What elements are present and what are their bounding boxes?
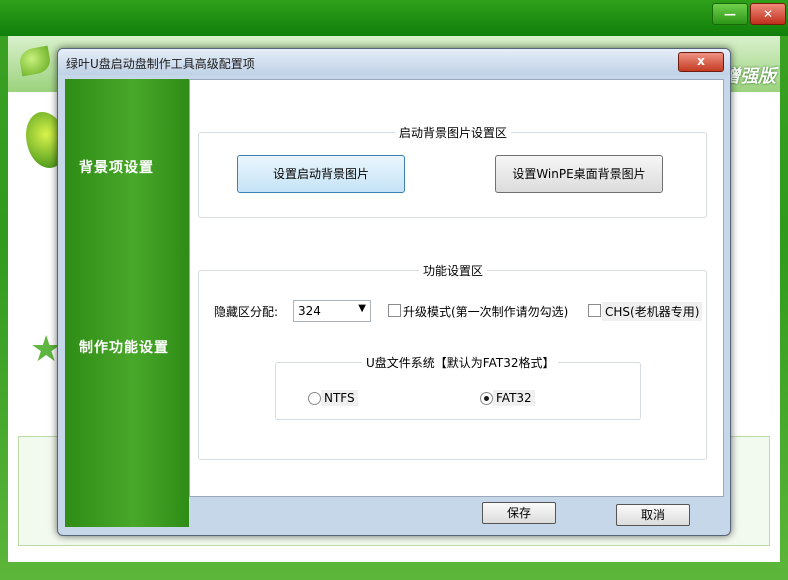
close-icon[interactable]: ✕ bbox=[750, 3, 786, 25]
radio-selected-dot bbox=[484, 396, 489, 401]
function-group-title: 功能设置区 bbox=[419, 262, 488, 279]
sidebar-item-background-settings[interactable]: 背景项设置 bbox=[79, 157, 154, 177]
fat32-label: FAT32 bbox=[493, 390, 535, 406]
sidebar: 背景项设置 制作功能设置 bbox=[65, 79, 189, 527]
advanced-config-dialog: 绿叶U盘启动盘制作工具高级配置项 x 背景项设置 制作功能设置 启动背景图片设置… bbox=[57, 48, 731, 536]
filesystem-group-title: U盘文件系统【默认为FAT32格式】 bbox=[362, 354, 559, 371]
ntfs-radio[interactable] bbox=[308, 392, 321, 405]
dialog-titlebar[interactable]: 绿叶U盘启动盘制作工具高级配置项 x bbox=[58, 49, 730, 75]
hidden-partition-value: 324 bbox=[298, 304, 321, 318]
hidden-partition-select[interactable]: 324 ▼ bbox=[293, 300, 371, 322]
set-boot-background-button[interactable]: 设置启动背景图片 bbox=[237, 155, 405, 193]
save-button[interactable]: 保存 bbox=[482, 502, 556, 524]
dialog-title: 绿叶U盘启动盘制作工具高级配置项 bbox=[66, 57, 255, 71]
dialog-close-icon[interactable]: x bbox=[678, 52, 724, 72]
cancel-button[interactable]: 取消 bbox=[616, 504, 690, 526]
chevron-down-icon: ▼ bbox=[358, 303, 366, 314]
upgrade-mode-label: 升级模式(第一次制作请勿勾选) bbox=[403, 305, 569, 319]
ntfs-label: NTFS bbox=[321, 390, 358, 406]
content-pane: 启动背景图片设置区 设置启动背景图片 设置WinPE桌面背景图片 功能设置区 隐… bbox=[189, 79, 724, 497]
background-group-title: 启动背景图片设置区 bbox=[395, 124, 512, 141]
fat32-radio[interactable] bbox=[480, 392, 493, 405]
chs-label: CHS(老机器专用) bbox=[602, 302, 703, 321]
background-titlebar bbox=[0, 0, 788, 36]
upgrade-mode-checkbox[interactable] bbox=[388, 304, 401, 317]
minimize-icon[interactable]: — bbox=[712, 3, 748, 25]
sidebar-item-function-settings[interactable]: 制作功能设置 bbox=[79, 337, 169, 357]
chs-checkbox[interactable] bbox=[588, 304, 601, 317]
hidden-partition-label: 隐藏区分配: bbox=[214, 305, 279, 319]
set-winpe-background-button[interactable]: 设置WinPE桌面背景图片 bbox=[495, 155, 663, 193]
